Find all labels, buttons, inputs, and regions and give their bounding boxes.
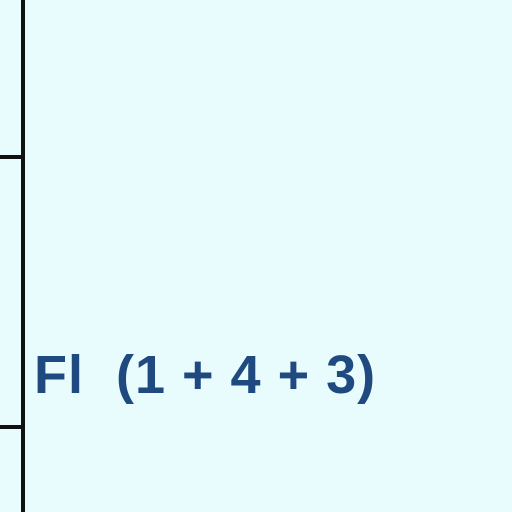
bracket-vertical-line	[21, 0, 25, 512]
bracket-bottom-tick	[0, 425, 24, 429]
bracket-top-tick	[0, 155, 24, 159]
node-label: Fl (1 + 4 + 3)	[34, 345, 377, 405]
diagram-canvas: Fl (1 + 4 + 3)	[0, 0, 512, 512]
